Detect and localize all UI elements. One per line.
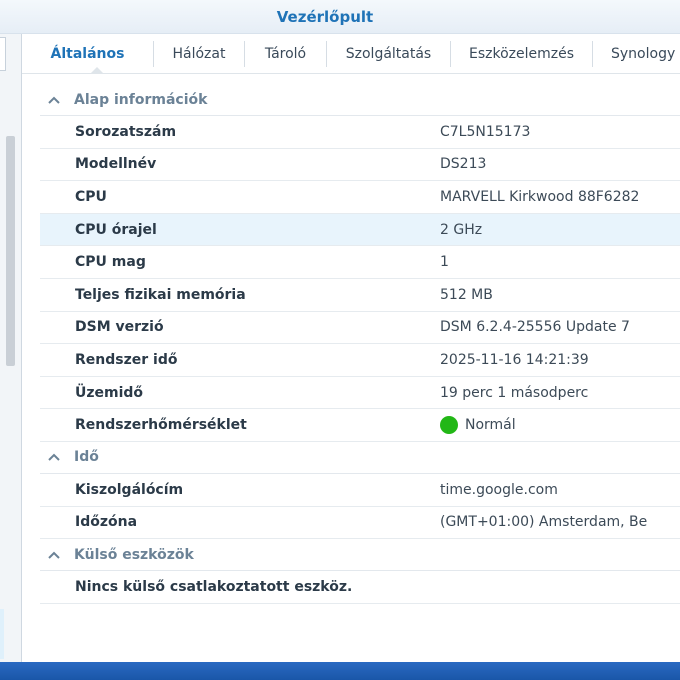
row-key: Sorozatszám <box>75 123 177 140</box>
status-ok-icon <box>440 416 458 435</box>
left-navigation-pane <box>0 34 22 662</box>
row-key: CPU <box>75 188 107 205</box>
row-value: 19 perc 1 másodperc <box>440 384 589 401</box>
control-panel-window: Vezérlőpult Általános Hálózat Tároló Szo… <box>0 0 680 662</box>
row-key: Üzemidő <box>75 384 144 401</box>
desktop-taskbar <box>0 662 680 680</box>
row-key: Kiszolgálócím <box>75 481 184 498</box>
window-title: Vezérlőpult <box>276 8 374 26</box>
title-bar[interactable]: Vezérlőpult <box>0 0 680 34</box>
tab-synology[interactable]: Synology <box>593 41 680 67</box>
info-row-cpu: CPU MARVELL Kirkwood 88F6282 <box>40 181 680 214</box>
info-row-uptime: Üzemidő 19 perc 1 másodperc <box>40 377 680 410</box>
chevron-up-icon <box>40 453 64 462</box>
row-value: time.google.com <box>440 481 558 498</box>
row-key: CPU órajel <box>75 221 157 238</box>
row-value: C7L5N15173 <box>440 123 531 140</box>
selected-nav-item[interactable] <box>0 609 4 659</box>
row-value: 2025-11-16 14:21:39 <box>440 351 589 368</box>
row-key: Modellnév <box>75 156 157 173</box>
row-key: CPU mag <box>75 254 146 271</box>
section-basic-info-header[interactable]: Alap információk <box>40 84 680 116</box>
info-content: Alap információk Sorozatszám C7L5N15173 … <box>40 84 680 604</box>
tab-service[interactable]: Szolgáltatás <box>327 40 451 67</box>
info-row-temperature: Rendszerhőmérséklet Normál <box>40 409 680 442</box>
info-row-system-time: Rendszer idő 2025-11-16 14:21:39 <box>40 344 680 377</box>
section-title: Külső eszközök <box>74 546 194 563</box>
row-value: (GMT+01:00) Amsterdam, Be <box>440 514 648 531</box>
info-row-serial: Sorozatszám C7L5N15173 <box>40 116 680 149</box>
section-external-devices-header[interactable]: Külső eszközök <box>40 539 680 572</box>
info-row-cpu-cores: CPU mag 1 <box>40 246 680 279</box>
row-key: Időzóna <box>75 514 138 531</box>
main-panel: Általános Hálózat Tároló Szolgáltatás Es… <box>22 34 680 662</box>
empty-message: Nincs külső csatlakoztatott eszköz. <box>75 578 353 595</box>
section-title: Idő <box>74 449 99 466</box>
chevron-up-icon <box>40 96 64 104</box>
row-key: Rendszerhőmérséklet <box>75 417 247 434</box>
row-key: DSM verzió <box>75 319 164 336</box>
row-value: 1 <box>440 254 449 271</box>
info-row-memory: Teljes fizikai memória 512 MB <box>40 279 680 312</box>
left-scrollbar[interactable] <box>6 136 15 366</box>
status-indicator: Normál <box>440 416 516 435</box>
section-title: Alap információk <box>74 91 208 108</box>
row-key: Rendszer idő <box>75 351 178 368</box>
chevron-up-icon <box>40 551 64 559</box>
empty-devices-message-row: Nincs külső csatlakoztatott eszköz. <box>40 571 680 604</box>
tab-network[interactable]: Hálózat <box>154 40 245 67</box>
row-value: 512 MB <box>440 286 493 303</box>
active-tab-indicator <box>90 67 104 74</box>
info-row-dsm-version: DSM verzió DSM 6.2.4-25556 Update 7 <box>40 312 680 345</box>
row-value: 2 GHz <box>440 221 483 238</box>
info-row-ntp-server: Kiszolgálócím time.google.com <box>40 474 680 507</box>
section-time-header[interactable]: Idő <box>40 442 680 474</box>
row-value: DSM 6.2.4-25556 Update 7 <box>440 319 630 336</box>
row-value: MARVELL Kirkwood 88F6282 <box>440 188 640 205</box>
row-value: DS213 <box>440 156 487 173</box>
status-text: Normál <box>465 417 516 434</box>
row-key: Teljes fizikai memória <box>75 286 246 303</box>
tab-general[interactable]: Általános <box>22 40 154 67</box>
tab-device-analytics[interactable]: Eszközelemzés <box>451 40 593 67</box>
tab-storage[interactable]: Tároló <box>245 40 327 67</box>
search-input[interactable] <box>0 37 6 71</box>
info-row-timezone: Időzóna (GMT+01:00) Amsterdam, Be <box>40 507 680 540</box>
info-row-model: Modellnév DS213 <box>40 149 680 182</box>
info-row-cpu-clock: CPU órajel 2 GHz <box>40 213 680 247</box>
tab-bar: Általános Hálózat Tároló Szolgáltatás Es… <box>22 34 680 74</box>
